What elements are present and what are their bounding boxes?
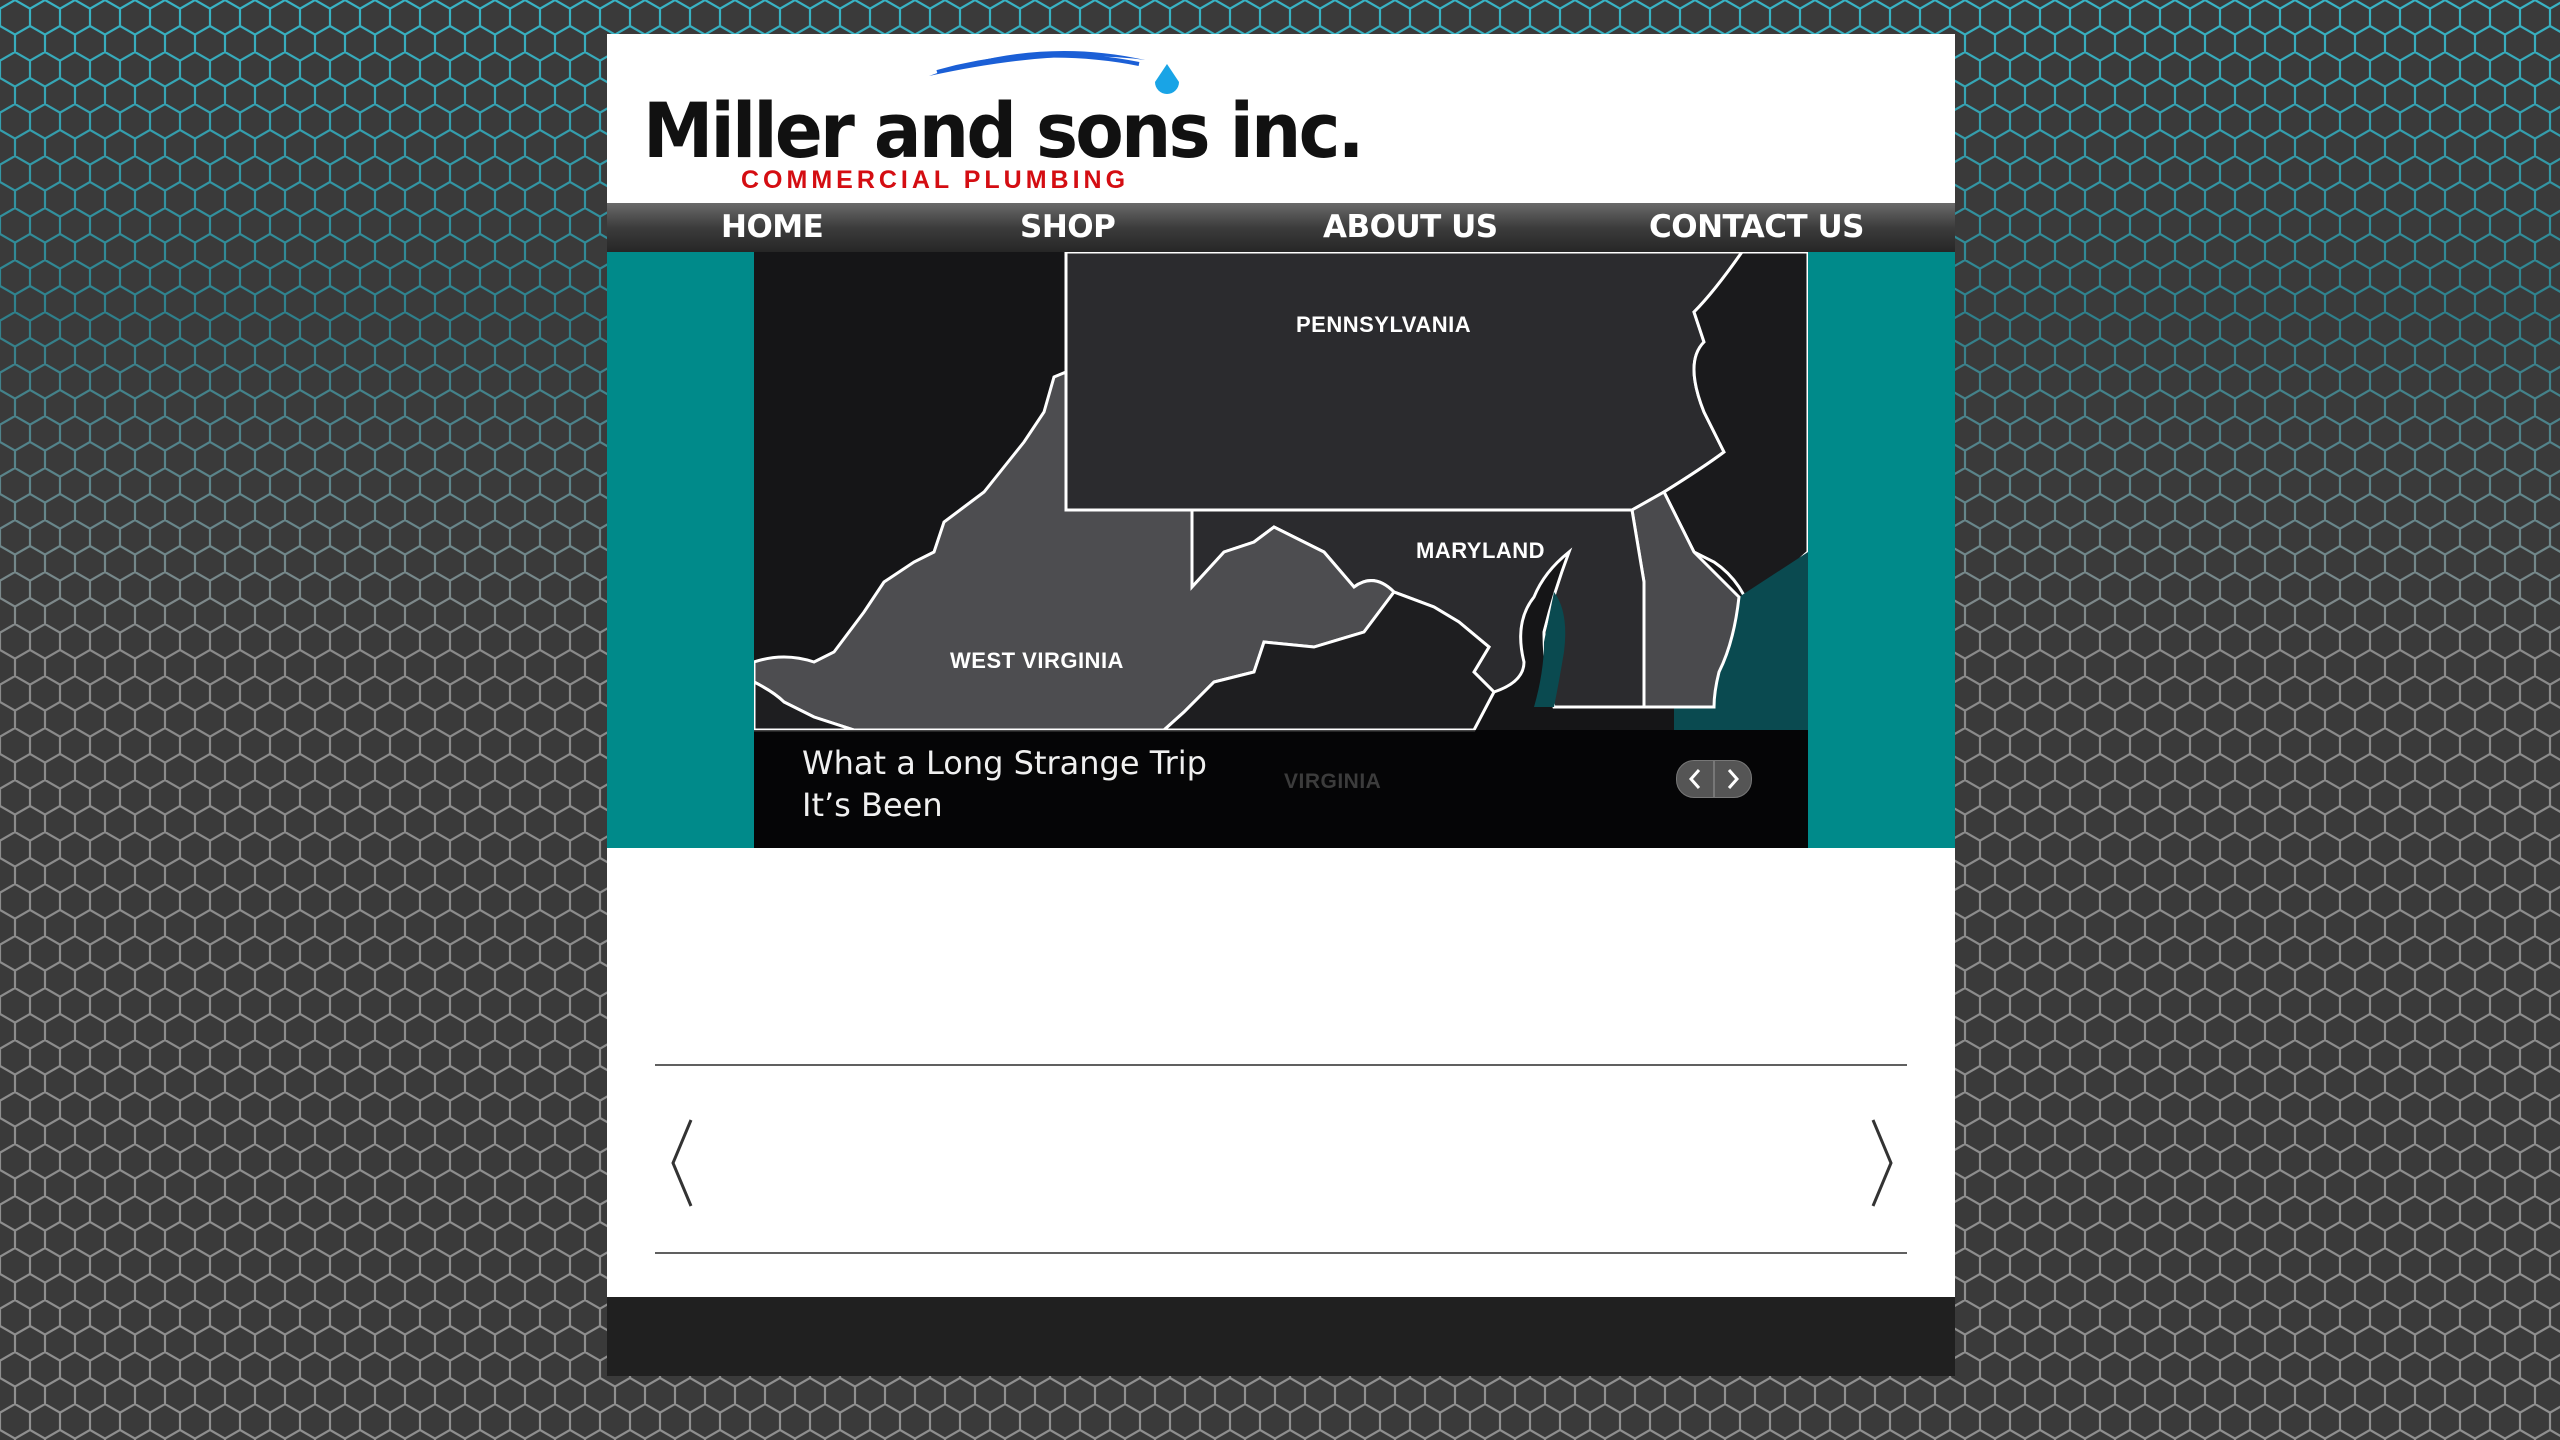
label-west-virginia: WEST VIRGINIA: [950, 648, 1124, 673]
angle-left-icon[interactable]: [669, 1118, 695, 1208]
brand-tagline: COMMERCIAL PLUMBING: [741, 166, 1130, 194]
angle-right-icon[interactable]: [1869, 1118, 1895, 1208]
label-virginia: VIRGINIA: [1284, 770, 1382, 793]
hero-slider: PENNSYLVANIA MARYLAND WEST VIRGINIA VIRG…: [607, 252, 1955, 848]
nav-contact-us[interactable]: CONTACT US: [1649, 203, 1864, 252]
slide-caption-line2: It’s Been: [802, 786, 943, 824]
slide-caption-line1: What a Long Strange Trip: [802, 744, 1207, 782]
brand-name: Miller and sons inc.: [643, 86, 1365, 175]
main-nav: HOME SHOP ABOUT US CONTACT US: [607, 203, 1955, 252]
label-pennsylvania: PENNSYLVANIA: [1296, 312, 1472, 337]
page-container: Miller and sons inc. COMMERCIAL PLUMBING…: [607, 34, 1955, 1376]
slide-prev-button[interactable]: [1676, 760, 1714, 798]
chevron-right-icon: [1727, 769, 1740, 789]
nav-about-us[interactable]: ABOUT US: [1323, 203, 1498, 252]
nav-home[interactable]: HOME: [721, 203, 824, 252]
site-footer: [607, 1297, 1955, 1376]
label-maryland: MARYLAND: [1416, 538, 1546, 563]
carousel-bottom-divider: [655, 1252, 1907, 1254]
site-logo[interactable]: Miller and sons inc. COMMERCIAL PLUMBING: [607, 34, 1365, 202]
chevron-left-icon: [1688, 769, 1701, 789]
slide-next-button[interactable]: [1714, 760, 1752, 798]
pennsylvania-region: [1064, 252, 1744, 512]
nav-shop[interactable]: SHOP: [1020, 203, 1116, 252]
service-area-map: PENNSYLVANIA MARYLAND WEST VIRGINIA VIRG…: [754, 252, 1808, 848]
slide-caption-bar: VIRGINIA What a Long Strange Trip It’s B…: [754, 730, 1808, 848]
carousel-top-divider: [655, 1064, 1907, 1066]
